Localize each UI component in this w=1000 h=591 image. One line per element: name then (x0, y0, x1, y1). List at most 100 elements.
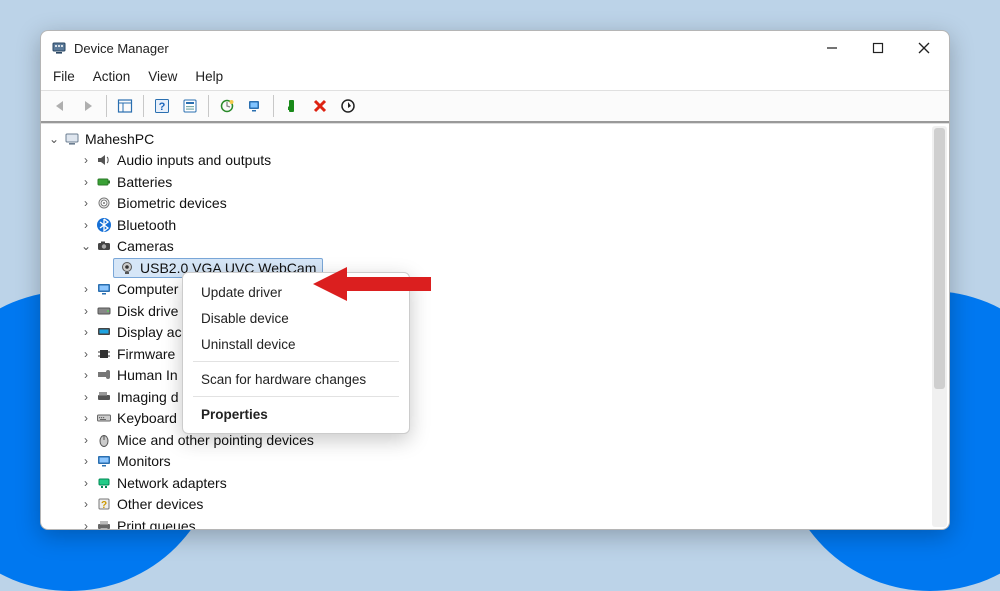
svg-text:?: ? (101, 500, 107, 511)
hid-icon (95, 366, 113, 384)
toolbar-separator (106, 95, 107, 117)
scanner-icon (95, 388, 113, 406)
tree-item-label: Keyboard (117, 410, 177, 426)
cm-update-driver[interactable]: Update driver (183, 279, 409, 305)
expand-icon[interactable]: › (79, 176, 93, 188)
tree-item-label: Computer (117, 281, 178, 297)
disable-device-button[interactable] (335, 94, 361, 118)
cm-properties[interactable]: Properties (183, 401, 409, 427)
tree-item-bluetooth[interactable]: › Bluetooth (41, 214, 929, 236)
tree-item-label: Network adapters (117, 475, 227, 491)
close-button[interactable] (901, 33, 947, 63)
scan-hardware-button[interactable] (242, 94, 268, 118)
tree-root[interactable]: ⌄ MaheshPC (41, 128, 929, 150)
tree-item-imaging[interactable]: › Imaging d (41, 386, 929, 408)
enable-device-button[interactable] (279, 94, 305, 118)
window-title: Device Manager (74, 41, 809, 56)
cm-uninstall-device[interactable]: Uninstall device (183, 331, 409, 357)
collapse-icon[interactable]: ⌄ (47, 133, 61, 145)
expand-icon[interactable]: › (79, 283, 93, 295)
expand-icon[interactable]: › (79, 434, 93, 446)
printer-icon (95, 517, 113, 529)
device-tree[interactable]: ⌄ MaheshPC › Audio inputs and outputs › … (41, 124, 929, 529)
expand-icon[interactable]: › (79, 520, 93, 529)
tree-item-label: Imaging d (117, 389, 178, 405)
tree-item-network[interactable]: › Network adapters (41, 472, 929, 494)
monitor-icon (95, 280, 113, 298)
tree-item-biometric[interactable]: › Biometric devices (41, 193, 929, 215)
help-button[interactable]: ? (149, 94, 175, 118)
menu-help[interactable]: Help (195, 69, 223, 84)
tree-item-label: Human In (117, 367, 178, 383)
tree-area: ⌄ MaheshPC › Audio inputs and outputs › … (41, 123, 949, 529)
properties-button[interactable] (177, 94, 203, 118)
tree-item-cameras[interactable]: ⌄ Cameras (41, 236, 929, 258)
tree-root-label: MaheshPC (85, 131, 154, 147)
toolbar-separator (143, 95, 144, 117)
expand-icon[interactable]: › (79, 197, 93, 209)
tree-item-disk[interactable]: › Disk drive (41, 300, 929, 322)
expand-icon[interactable]: › (79, 477, 93, 489)
monitor-icon (95, 452, 113, 470)
scrollbar-thumb[interactable] (934, 128, 945, 389)
uninstall-device-button[interactable] (307, 94, 333, 118)
expand-icon[interactable]: › (79, 348, 93, 360)
menu-file[interactable]: File (53, 69, 75, 84)
keyboard-icon (95, 409, 113, 427)
tree-item-label: Disk drive (117, 303, 178, 319)
tree-item-monitors[interactable]: › Monitors (41, 451, 929, 473)
expand-icon[interactable]: › (79, 219, 93, 231)
update-driver-button[interactable] (214, 94, 240, 118)
app-icon (51, 40, 67, 56)
tree-item-firmware[interactable]: › Firmware (41, 343, 929, 365)
tree-item-other[interactable]: › ? Other devices (41, 494, 929, 516)
tree-item-batteries[interactable]: › Batteries (41, 171, 929, 193)
cm-disable-device[interactable]: Disable device (183, 305, 409, 331)
tree-item-printers[interactable]: › Print queues (41, 515, 929, 529)
svg-text:?: ? (159, 101, 166, 113)
vertical-scrollbar[interactable] (932, 126, 947, 527)
unknown-device-icon: ? (95, 495, 113, 513)
tree-item-label: Mice and other pointing devices (117, 432, 314, 448)
tree-item-hid[interactable]: › Human In (41, 365, 929, 387)
context-menu-separator (193, 361, 399, 362)
toolbar: ? (41, 91, 949, 123)
tree-item-audio[interactable]: › Audio inputs and outputs (41, 150, 929, 172)
toolbar-separator (273, 95, 274, 117)
tree-item-label: Audio inputs and outputs (117, 152, 271, 168)
minimize-button[interactable] (809, 33, 855, 63)
maximize-button[interactable] (855, 33, 901, 63)
toolbar-separator (208, 95, 209, 117)
camera-icon (95, 237, 113, 255)
battery-icon (95, 173, 113, 191)
nav-back-button[interactable] (47, 94, 73, 118)
computer-icon (63, 130, 81, 148)
tree-item-label: Bluetooth (117, 217, 176, 233)
tree-item-keyboards[interactable]: › Keyboard (41, 408, 929, 430)
show-hide-tree-button[interactable] (112, 94, 138, 118)
menu-action[interactable]: Action (93, 69, 131, 84)
tree-item-computer[interactable]: › Computer (41, 279, 929, 301)
expand-icon[interactable]: › (79, 326, 93, 338)
tree-item-label: Cameras (117, 238, 174, 254)
chip-icon (95, 345, 113, 363)
tree-item-display[interactable]: › Display ac (41, 322, 929, 344)
device-manager-window: Device Manager File Action View Help ? ⌄ (40, 30, 950, 530)
expand-icon[interactable]: › (79, 305, 93, 317)
menu-view[interactable]: View (148, 69, 177, 84)
expand-icon[interactable]: › (79, 455, 93, 467)
expand-icon[interactable]: › (79, 154, 93, 166)
collapse-icon[interactable]: ⌄ (79, 240, 93, 252)
nav-forward-button[interactable] (75, 94, 101, 118)
titlebar: Device Manager (41, 31, 949, 65)
menubar: File Action View Help (41, 65, 949, 91)
expand-icon[interactable]: › (79, 412, 93, 424)
tree-item-label: Other devices (117, 496, 203, 512)
expand-icon[interactable]: › (79, 391, 93, 403)
context-menu: Update driver Disable device Uninstall d… (182, 272, 410, 434)
tree-item-mice[interactable]: › Mice and other pointing devices (41, 429, 929, 451)
tree-item-webcam[interactable]: USB2.0 VGA UVC WebCam (41, 257, 929, 279)
expand-icon[interactable]: › (79, 498, 93, 510)
expand-icon[interactable]: › (79, 369, 93, 381)
cm-scan-hardware[interactable]: Scan for hardware changes (183, 366, 409, 392)
